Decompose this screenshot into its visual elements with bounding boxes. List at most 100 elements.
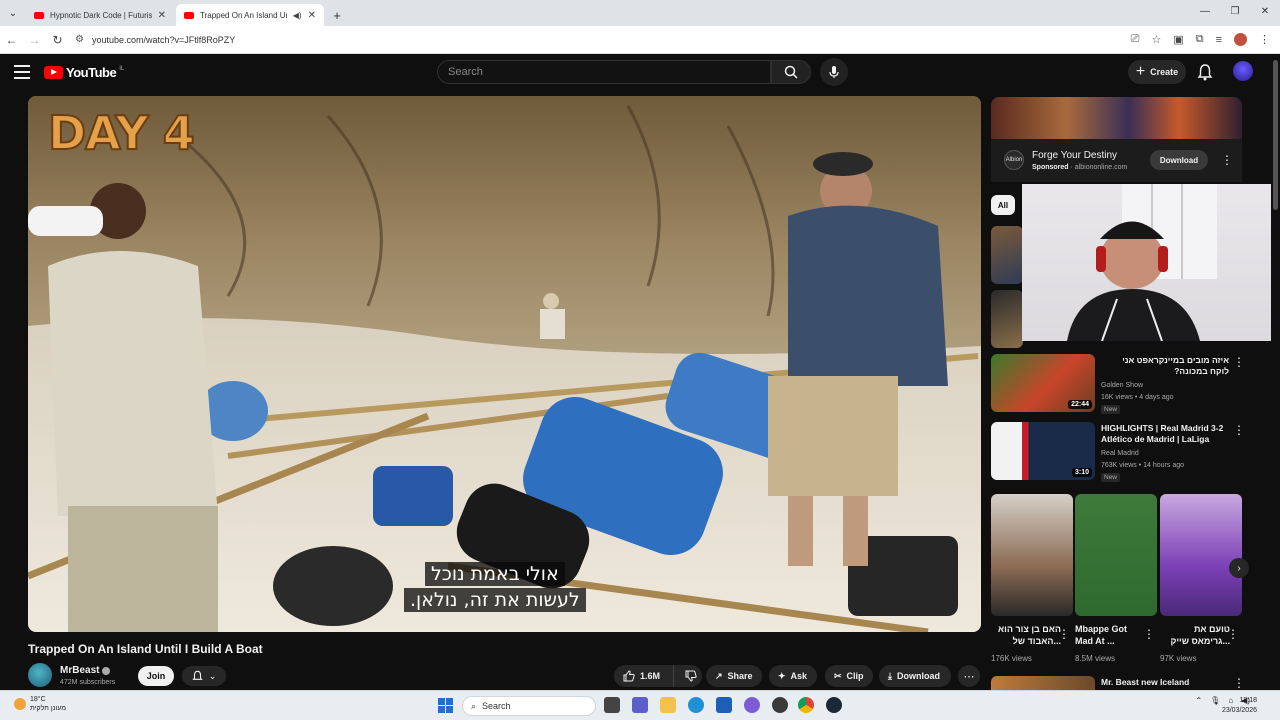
notifications-bell-icon[interactable] xyxy=(1197,63,1213,81)
forward-icon[interactable]: → xyxy=(23,33,46,47)
like-button[interactable]: 1.6M xyxy=(614,665,674,687)
video-menu-icon[interactable]: ⋮ xyxy=(1233,423,1245,437)
tab-hypnotic[interactable]: Hypnotic Dark Code | Futuristic ✕ xyxy=(26,4,174,26)
task-view-icon[interactable] xyxy=(604,697,620,713)
like-count: 1.6M xyxy=(640,671,661,681)
url-field[interactable]: ⚙ youtube.com/watch?v=JFtlf8RoPZY xyxy=(75,29,1131,51)
file-explorer-icon[interactable] xyxy=(660,697,676,713)
extension-icon[interactable]: ▣ xyxy=(1173,33,1183,46)
teams-icon[interactable] xyxy=(632,697,648,713)
chrome-icon[interactable] xyxy=(798,697,814,713)
steam-icon[interactable] xyxy=(826,697,842,713)
short-menu-icon[interactable]: ⋮ xyxy=(1143,627,1155,641)
thumbs-down-icon xyxy=(685,670,697,682)
weather-widget[interactable]: 18°C מעונן חלקית xyxy=(14,695,66,713)
search-input[interactable]: Search xyxy=(437,60,771,84)
download-button[interactable]: ⤓ Download xyxy=(879,665,951,687)
join-button[interactable]: Join xyxy=(138,666,174,686)
video-thumbnail[interactable] xyxy=(991,290,1023,348)
menu-icon[interactable] xyxy=(14,65,30,79)
app-icon[interactable] xyxy=(772,697,788,713)
filter-chip-all[interactable]: All xyxy=(991,195,1015,215)
related-video-channel[interactable]: Real Madrid xyxy=(1101,448,1139,459)
new-tab-button[interactable]: + xyxy=(326,4,348,26)
video-menu-icon[interactable]: ⋮ xyxy=(1233,676,1245,690)
ask-button[interactable]: ✦ Ask xyxy=(769,665,817,687)
search-button[interactable] xyxy=(771,60,811,84)
scrollbar-thumb[interactable] xyxy=(1273,60,1278,210)
video-thumbnail[interactable] xyxy=(991,226,1023,284)
short-title[interactable]: טועם את ...גרימאס שייק xyxy=(1160,623,1230,647)
tab-search-icon[interactable]: ⌄ xyxy=(0,0,26,26)
extensions-puzzle-icon[interactable]: ⧉ xyxy=(1196,33,1204,46)
more-actions-button[interactable]: ⋯ xyxy=(958,665,980,687)
video-frame xyxy=(28,96,981,632)
video-player[interactable]: DAY 4 אולי באמת נוכל לעשות את זה, נולאן. xyxy=(28,96,981,632)
account-avatar[interactable] xyxy=(1233,61,1253,81)
profile-avatar[interactable] xyxy=(1234,33,1247,46)
taskbar-search[interactable]: ⌕ Search xyxy=(462,696,596,716)
sponsored-label: Sponsored xyxy=(1032,164,1069,171)
short-menu-icon[interactable]: ⋮ xyxy=(1058,627,1070,641)
ad-menu-icon[interactable]: ⋮ xyxy=(1221,153,1233,167)
bookmark-star-icon[interactable]: ☆ xyxy=(1151,33,1161,46)
video-menu-icon[interactable]: ⋮ xyxy=(1233,355,1245,369)
related-video-title[interactable]: איזה מובים במיינקראפט אני לוקח במכונה? xyxy=(1101,355,1229,377)
channel-name[interactable]: MrBeast xyxy=(60,665,111,676)
verified-icon xyxy=(102,666,111,675)
media-controls-icon[interactable]: ≡ xyxy=(1216,34,1222,46)
bell-icon xyxy=(192,670,203,680)
close-window-icon[interactable]: ✕ xyxy=(1250,0,1280,26)
close-tab-icon[interactable]: ✕ xyxy=(308,10,316,21)
discord-icon[interactable] xyxy=(744,697,760,713)
short-menu-icon[interactable]: ⋮ xyxy=(1227,627,1239,641)
system-clock[interactable]: 18:18 23/03/2026 xyxy=(1222,696,1257,716)
youtube-logo[interactable]: YouTube IL xyxy=(44,65,124,80)
related-video-title[interactable]: HIGHLIGHTS | Real Madrid 3-2 Atlético de… xyxy=(1101,423,1229,445)
scissors-icon: ✂ xyxy=(834,670,842,681)
short-thumbnail[interactable] xyxy=(1160,494,1242,616)
short-title[interactable]: Mbappe Got Mad At ... xyxy=(1075,623,1145,647)
tray-chevron-icon[interactable]: ⌃ xyxy=(1195,696,1202,705)
site-info-icon[interactable]: ⚙ xyxy=(75,34,84,45)
microphone-tray-icon[interactable]: 🎙︎ xyxy=(1210,696,1220,705)
region-code: IL xyxy=(119,65,125,72)
related-video-channel[interactable]: Golden Show xyxy=(1101,380,1143,391)
dislike-button[interactable] xyxy=(679,670,702,682)
taskbar-search-label: Search xyxy=(482,701,511,711)
browser-menu-icon[interactable]: ⋮ xyxy=(1259,33,1270,46)
ad-download-button[interactable]: Download xyxy=(1150,150,1208,170)
create-button[interactable]: + Create xyxy=(1128,60,1186,84)
ad-title: Forge Your Destiny xyxy=(1032,150,1118,161)
restore-icon[interactable]: ❐ xyxy=(1220,0,1250,26)
new-badge: New xyxy=(1101,405,1121,414)
webcam-overlay xyxy=(1022,184,1280,341)
edge-icon[interactable] xyxy=(688,697,704,713)
subscription-bell-button[interactable]: ⌄ xyxy=(182,666,226,686)
minimize-icon[interactable]: — xyxy=(1190,0,1220,26)
share-button[interactable]: ↗ Share xyxy=(706,665,762,687)
speaker-icon[interactable]: ◀) xyxy=(293,11,302,20)
video-thumbnail[interactable] xyxy=(991,676,1095,690)
voice-search-button[interactable] xyxy=(820,58,848,86)
windows-start-icon[interactable] xyxy=(438,698,453,713)
back-icon[interactable]: ← xyxy=(0,33,23,47)
cast-icon[interactable]: ⎚ xyxy=(1131,33,1140,46)
close-tab-icon[interactable]: ✕ xyxy=(158,10,166,21)
short-title[interactable]: האם בן צור הוא ...האבוד של xyxy=(991,623,1061,647)
short-thumbnail[interactable] xyxy=(991,494,1073,616)
clip-button[interactable]: ✂ Clip xyxy=(825,665,873,687)
reload-icon[interactable]: ↻ xyxy=(46,33,69,47)
tab-trapped[interactable]: Trapped On An Island Until ◀) ✕ xyxy=(176,4,324,26)
plus-icon: + xyxy=(1135,63,1146,80)
store-icon[interactable] xyxy=(716,697,732,713)
related-video-title[interactable]: Mr. Beast new Iceland xyxy=(1101,677,1229,688)
microphone-icon xyxy=(829,66,839,78)
window-controls: — ❐ ✕ xyxy=(1190,0,1280,26)
video-thumbnail[interactable]: 22:44 xyxy=(991,354,1095,412)
shorts-next-button[interactable]: › xyxy=(1229,558,1249,578)
ad-banner-image[interactable] xyxy=(991,97,1242,139)
video-thumbnail[interactable]: 3:10 xyxy=(991,422,1095,480)
channel-avatar[interactable] xyxy=(28,663,52,687)
short-thumbnail[interactable] xyxy=(1075,494,1157,616)
